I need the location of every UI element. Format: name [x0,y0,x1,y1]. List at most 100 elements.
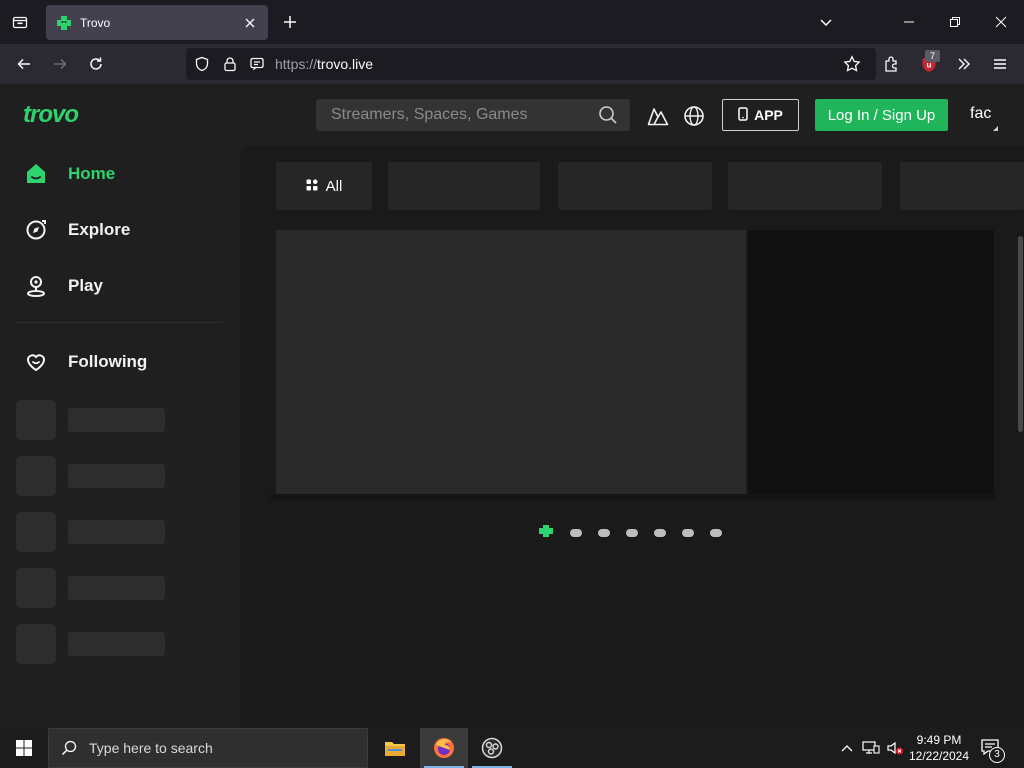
skeleton-text [68,408,165,432]
carousel-dot-active[interactable] [538,524,554,542]
page-scrollbar[interactable] [1018,236,1023,432]
windows-start-icon[interactable] [0,728,48,768]
close-window-icon[interactable] [987,8,1015,36]
browser-titlebar: Trovo [0,0,1024,44]
sidebar-item-play[interactable]: Play [24,270,103,302]
app-download-button[interactable]: APP [722,99,799,131]
phone-icon [738,106,748,124]
network-icon[interactable] [862,738,880,758]
skeleton-text [68,520,165,544]
play-pin-icon [24,274,48,298]
following-skeleton-row [16,568,166,608]
sidebar-divider [16,322,222,323]
category-placeholder[interactable] [900,162,1024,210]
action-center-icon[interactable]: 3 [980,737,1005,763]
home-icon [24,162,48,186]
list-all-tabs-icon[interactable] [812,8,840,36]
notification-count-badge: 3 [989,747,1005,763]
skeleton-avatar [16,400,56,440]
back-icon[interactable] [12,52,36,76]
obs-taskbar-icon[interactable] [468,728,516,768]
sidebar-item-explore[interactable]: Explore [24,214,130,246]
category-label: All [325,177,343,195]
following-skeleton-row [16,624,166,664]
reload-icon[interactable] [84,52,108,76]
main-content: All [240,146,1024,728]
skeleton-text [68,632,165,656]
search-input[interactable]: Streamers, Spaces, Games [331,106,528,124]
sidebar-item-label: Home [68,164,116,183]
heart-icon [24,350,48,374]
firefox-taskbar-icon[interactable] [420,728,468,768]
following-skeleton-row [16,512,166,552]
category-placeholder[interactable] [558,162,712,210]
taskbar-search[interactable]: Type here to search [48,728,368,768]
sidebar: Home Explore Play Following [0,146,240,728]
taskbar-search-icon [61,740,77,756]
clock-time: 9:49 PM [916,733,962,747]
new-tab-icon[interactable] [278,10,302,34]
following-skeleton-row [16,400,166,440]
close-tab-icon[interactable] [240,13,260,33]
category-placeholder[interactable] [728,162,882,210]
search-icon[interactable] [598,105,618,125]
permissions-icon[interactable] [248,55,266,73]
globe-icon[interactable] [683,105,705,127]
language-selector[interactable]: fac [970,105,991,123]
carousel-dots [538,524,722,542]
browser-tab-trovo[interactable]: Trovo [46,5,268,40]
forward-icon[interactable] [48,52,72,76]
overflow-chevrons-icon[interactable] [952,52,976,76]
following-skeleton-row [16,456,166,496]
app-button-label: APP [754,107,783,123]
featured-stream-side-panel[interactable] [748,230,994,498]
sidebar-item-label: Following [68,352,148,371]
tab-title: Trovo [80,15,111,30]
url-bar[interactable]: https://trovo.live [186,48,876,80]
carousel-dot[interactable] [682,529,694,537]
trovo-page: trovo Streamers, Spaces, Games APP Log I… [0,84,1024,728]
trovo-logo[interactable]: trovo [22,101,104,131]
skeleton-avatar [16,512,56,552]
skeleton-text [68,464,165,488]
skeleton-text [68,576,165,600]
file-explorer-icon[interactable] [371,728,419,768]
sidebar-item-home[interactable]: Home [24,158,115,190]
featured-stream-player[interactable] [276,230,746,494]
login-signup-button[interactable]: Log In / Sign Up [815,99,948,131]
carousel-dot[interactable] [710,529,722,537]
minimize-icon[interactable] [895,8,923,36]
carousel-dot[interactable] [598,529,610,537]
restore-icon[interactable] [941,8,969,36]
carousel-dot[interactable] [570,529,582,537]
volume-muted-icon[interactable] [886,738,904,758]
sidebar-item-label: Play [68,276,103,295]
carousel-dot[interactable] [626,529,638,537]
category-placeholder[interactable] [388,162,540,210]
url-text: https://trovo.live [275,56,373,72]
shield-icon[interactable] [193,55,211,73]
hamburger-menu-icon[interactable] [988,52,1012,76]
carousel-dot[interactable] [654,529,666,537]
search-bar[interactable]: Streamers, Spaces, Games [316,99,630,131]
mountains-icon[interactable] [647,105,669,127]
carousel-shadow [270,494,996,500]
language-caret-icon[interactable] [993,126,998,131]
lock-icon[interactable] [221,55,239,73]
sidebar-item-following[interactable]: Following [24,346,147,378]
skeleton-avatar [16,624,56,664]
sidebar-item-label: Explore [68,220,131,239]
skeleton-avatar [16,456,56,496]
clock-date: 12/22/2024 [908,749,970,763]
taskbar-clock[interactable]: 9:49 PM 12/22/2024 [906,732,972,764]
browser-navbar: https://trovo.live u [0,44,1024,84]
url-host: trovo.live [317,56,374,72]
url-protocol: https:// [275,56,318,72]
extensions-icon[interactable] [880,52,904,76]
tab-list-icon[interactable] [8,10,32,34]
bookmark-star-icon[interactable] [843,55,861,73]
category-all[interactable]: All [276,162,372,210]
taskbar-search-input[interactable]: Type here to search [89,740,213,756]
tray-overflow-chevron-icon[interactable] [838,738,856,758]
trovo-favicon-icon [56,15,72,31]
